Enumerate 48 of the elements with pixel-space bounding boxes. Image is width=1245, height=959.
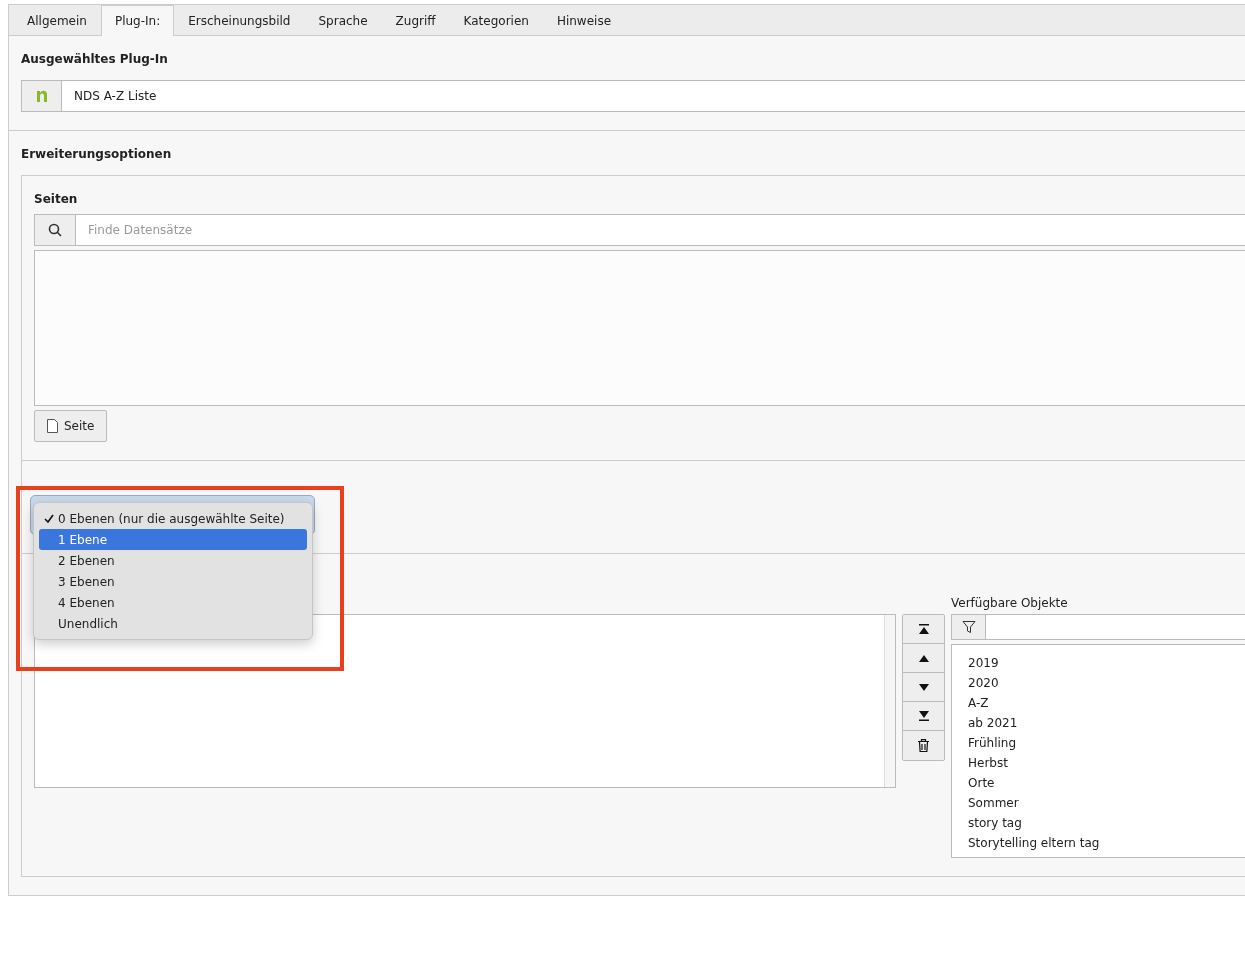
tab[interactable]: Plug-In: (100, 5, 175, 36)
search-icon (48, 223, 62, 237)
field-label: Seiten (34, 192, 79, 206)
tab[interactable]: Zugriff (381, 5, 450, 36)
list-item[interactable]: ab 2021 (968, 713, 1239, 733)
dropdown-option[interactable]: 4 Ebenen (39, 592, 307, 613)
option-label: 3 Ebenen (58, 574, 115, 589)
section-title: Erweiterungsoptionen (21, 147, 173, 161)
checkmark-icon (43, 513, 54, 523)
list-item[interactable]: Herbst (968, 753, 1239, 773)
option-label: 1 Ebene (58, 532, 108, 547)
page-icon (47, 419, 58, 433)
option-label: Unendlich (58, 616, 118, 631)
field-label: Verfügbare Objekte (951, 596, 1069, 610)
section-title: Ausgewähltes Plug-In (21, 52, 169, 66)
add-page-button[interactable]: Seite (34, 410, 108, 442)
tab[interactable]: Erscheinungsbild (174, 5, 305, 36)
list-item[interactable]: Storytelling eltern tag (968, 833, 1239, 853)
dropdown-option[interactable]: Unendlich (39, 613, 307, 634)
dropdown-option[interactable]: 0 Ebenen (nur die ausgewählte Seite) (39, 508, 307, 529)
list-item[interactable]: Orte (968, 773, 1239, 793)
option-label: 2 Ebenen (58, 553, 115, 568)
option-label: 0 Ebenen (nur die ausgewählte Seite) (58, 511, 285, 526)
move-top-icon (918, 624, 929, 634)
trash-icon (918, 739, 929, 752)
down-triangle-icon (918, 682, 929, 692)
list-item[interactable]: story tag (968, 813, 1239, 833)
dropdown-option[interactable]: 1 Ebene (39, 529, 307, 550)
filter-field[interactable] (951, 614, 1245, 640)
dropdown-option[interactable]: 2 Ebenen (39, 550, 307, 571)
list-item[interactable]: 2019 (968, 653, 1239, 673)
up-triangle-icon (918, 653, 929, 663)
tab[interactable]: Kategorien (449, 5, 543, 36)
list-item[interactable]: 2020 (968, 673, 1239, 693)
plugin-value: NDS A-Z Liste (73, 88, 157, 105)
list-item[interactable]: A-Z (968, 693, 1239, 713)
option-label: 4 Ebenen (58, 595, 115, 610)
search-field[interactable]: Finde Datensätze (75, 214, 1245, 246)
tab[interactable]: Sprache (304, 5, 382, 36)
move-top-button[interactable] (903, 615, 944, 644)
move-bottom-icon (918, 711, 929, 721)
filter-icon (961, 620, 976, 634)
tab[interactable]: Hinweise (542, 5, 626, 36)
dropdown-option[interactable]: 3 Ebenen (39, 571, 307, 592)
plugin-logo-icon (35, 89, 48, 103)
list-item[interactable]: Frühling (968, 733, 1239, 753)
list-item[interactable]: Sommer (968, 793, 1239, 813)
tab[interactable]: Allgemein (13, 5, 101, 36)
